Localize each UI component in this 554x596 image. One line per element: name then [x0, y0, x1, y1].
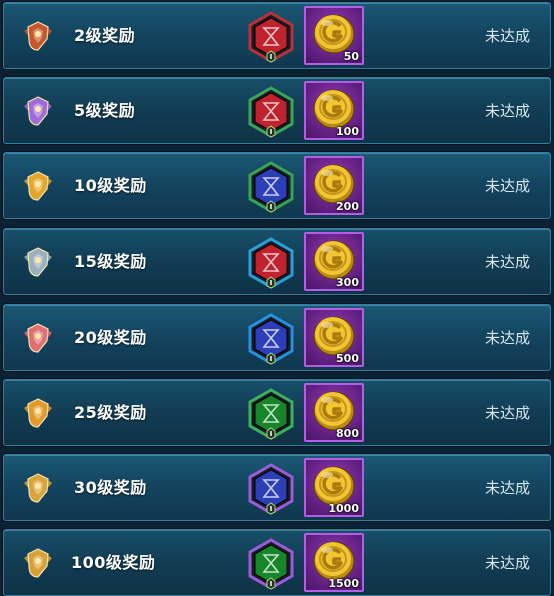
reward-status: 未达成 — [484, 177, 530, 195]
reward-status: 未达成 — [484, 404, 530, 422]
rank-badge-icon — [24, 548, 52, 578]
reward-level-label: 30级奖励 — [74, 478, 147, 497]
gold-coin-item[interactable]: 200 — [304, 156, 364, 215]
item-quantity: 50 — [343, 50, 359, 63]
reward-status: 未达成 — [484, 102, 530, 120]
item-quantity: 800 — [336, 427, 359, 440]
level-reward-list: 2级奖励 50 未达成 5级奖励 100 未达成 10级奖励 200 未达成 1… — [0, 0, 554, 596]
reward-row[interactable]: 15级奖励 300 未达成 — [3, 228, 551, 295]
rune-gem-icon[interactable] — [247, 161, 295, 213]
gold-coin-item[interactable]: 800 — [304, 383, 364, 442]
rank-badge-icon — [24, 96, 52, 126]
reward-level-label: 25级奖励 — [74, 403, 147, 422]
gold-coin-icon — [313, 164, 355, 204]
rank-badge-icon — [24, 171, 52, 201]
reward-level-label: 5级奖励 — [74, 101, 136, 120]
gold-coin-icon — [313, 14, 355, 54]
gold-coin-icon — [313, 316, 355, 356]
rank-badge-icon — [24, 398, 52, 428]
item-quantity: 100 — [336, 125, 359, 138]
rune-gem-icon[interactable] — [247, 11, 295, 63]
reward-row[interactable]: 30级奖励 1000 未达成 — [3, 454, 551, 521]
reward-status: 未达成 — [484, 253, 530, 271]
item-quantity: 1500 — [328, 577, 359, 590]
rank-badge-icon — [24, 473, 52, 503]
reward-row[interactable]: 100级奖励 1500 未达成 — [3, 529, 551, 596]
gold-coin-icon — [313, 240, 355, 280]
gold-coin-item[interactable]: 100 — [304, 81, 364, 140]
gold-coin-item[interactable]: 50 — [304, 6, 364, 65]
rank-badge-icon — [24, 21, 52, 51]
item-quantity: 300 — [336, 276, 359, 289]
gold-coin-icon — [313, 89, 355, 129]
gold-coin-item[interactable]: 300 — [304, 232, 364, 291]
reward-level-label: 100级奖励 — [71, 553, 156, 572]
reward-row[interactable]: 10级奖励 200 未达成 — [3, 152, 551, 219]
gold-coin-icon — [313, 391, 355, 431]
item-quantity: 1000 — [328, 502, 359, 515]
rune-gem-icon[interactable] — [247, 313, 295, 365]
rune-gem-icon[interactable] — [247, 538, 295, 590]
reward-row[interactable]: 20级奖励 500 未达成 — [3, 304, 551, 371]
rank-badge-icon — [24, 323, 52, 353]
gold-coin-icon — [313, 541, 355, 581]
reward-level-label: 2级奖励 — [74, 26, 136, 45]
item-quantity: 200 — [336, 200, 359, 213]
item-quantity: 500 — [336, 352, 359, 365]
rank-badge-icon — [24, 247, 52, 277]
reward-status: 未达成 — [484, 329, 530, 347]
gold-coin-icon — [313, 466, 355, 506]
gold-coin-item[interactable]: 1000 — [304, 458, 364, 517]
rune-gem-icon[interactable] — [247, 388, 295, 440]
reward-status: 未达成 — [484, 479, 530, 497]
reward-level-label: 10级奖励 — [74, 176, 147, 195]
reward-row[interactable]: 2级奖励 50 未达成 — [3, 2, 551, 69]
reward-row[interactable]: 25级奖励 800 未达成 — [3, 379, 551, 446]
gold-coin-item[interactable]: 500 — [304, 308, 364, 367]
reward-status: 未达成 — [484, 554, 530, 572]
rune-gem-icon[interactable] — [247, 237, 295, 289]
reward-row[interactable]: 5级奖励 100 未达成 — [3, 77, 551, 144]
rune-gem-icon[interactable] — [247, 86, 295, 138]
gold-coin-item[interactable]: 1500 — [304, 533, 364, 592]
rune-gem-icon[interactable] — [247, 463, 295, 515]
reward-status: 未达成 — [484, 27, 530, 45]
reward-level-label: 20级奖励 — [74, 328, 147, 347]
reward-level-label: 15级奖励 — [74, 252, 147, 271]
